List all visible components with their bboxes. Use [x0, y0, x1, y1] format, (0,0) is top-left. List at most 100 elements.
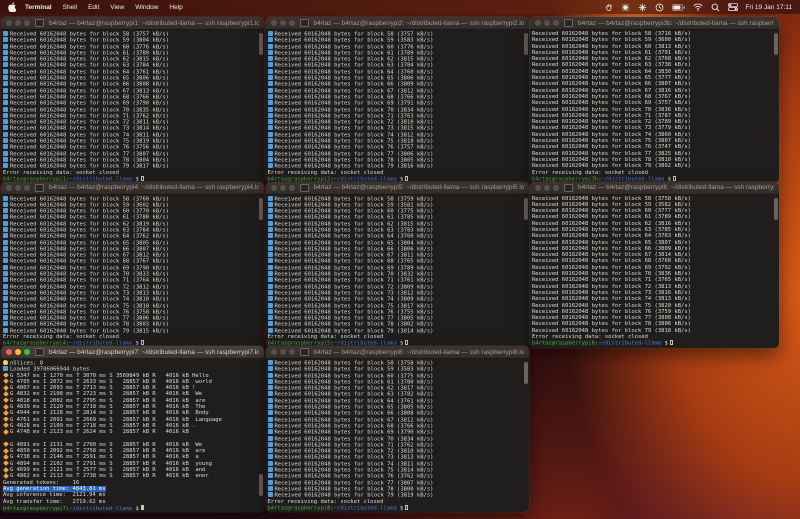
- scrollbar[interactable]: [523, 31, 528, 181]
- close-button[interactable]: [6, 20, 12, 26]
- scrollbar[interactable]: [774, 31, 778, 181]
- zoom-button[interactable]: [288, 184, 295, 191]
- scrollbar-thumb[interactable]: [774, 33, 778, 55]
- terminal-window-raspberrypi5[interactable]: b4rtaz — b4rtaz@raspberrypi5: ~/distribu…: [265, 181, 529, 348]
- minimize-button[interactable]: [544, 184, 550, 191]
- zoom-button[interactable]: [24, 184, 30, 191]
- prompt-user-host: b4rtaz@raspberrypi6: [532, 340, 595, 347]
- window-titlebar[interactable]: b4rtaz — b4rtaz@raspberrypi5: ~/distribu…: [265, 181, 529, 195]
- terminal-content[interactable]: Received 60162048 bytes for block 58 (37…: [266, 359, 529, 512]
- line-text: G 4839 ms I 2120 ms T 2718 ms S 28857 kB…: [10, 404, 206, 411]
- close-button[interactable]: [270, 184, 277, 191]
- fast-forward-icon: [267, 131, 273, 137]
- terminal-window-raspberrypi2[interactable]: b4rtaz — b4rtaz@raspberrypi2: ~/distribu…: [265, 17, 529, 183]
- orange-diamond-icon: [3, 441, 9, 448]
- terminal-content[interactable]: Received 60162048 bytes for block 58 (37…: [530, 30, 779, 183]
- line-text: Received 60162048 bytes for block 68 (37…: [274, 258, 434, 265]
- terminal-window-raspberrypi4[interactable]: b4rtaz — b4rtaz@raspberrypi4: ~/distribu…: [1, 181, 264, 348]
- scrollbar-thumb[interactable]: [523, 197, 528, 220]
- line-text: Received 60162048 bytes for block 58 (37…: [532, 195, 691, 202]
- menu-item-terminal[interactable]: Terminal: [25, 4, 52, 11]
- zoom-button[interactable]: [24, 349, 30, 355]
- menu-item-shell[interactable]: Shell: [63, 4, 77, 11]
- zoom-button[interactable]: [24, 20, 30, 26]
- terminal-content[interactable]: Received 60162048 bytes for block 58 (37…: [1, 30, 264, 183]
- window-titlebar[interactable]: b4rtaz — b4rtaz@raspberrypi4: ~/distribu…: [1, 181, 264, 195]
- terminal-content[interactable]: Received 60162048 bytes for block 58 (37…: [266, 30, 529, 183]
- scrollbar-thumb[interactable]: [259, 474, 263, 496]
- minimize-button[interactable]: [279, 184, 286, 191]
- line-text: Received 60162048 bytes for block 76 (37…: [10, 144, 169, 151]
- menu-item-view[interactable]: View: [110, 4, 124, 11]
- prompt-suffix: $: [396, 505, 404, 512]
- minimize-button[interactable]: [15, 349, 21, 355]
- minimize-button[interactable]: [279, 349, 286, 355]
- scrollbar[interactable]: [259, 360, 263, 510]
- scrollbar-thumb[interactable]: [774, 197, 778, 220]
- zoom-button[interactable]: [288, 20, 295, 26]
- search-icon[interactable]: [711, 3, 720, 12]
- window-titlebar[interactable]: b4rtaz — b4rtaz@raspberrypi7: ~/distribu…: [1, 346, 264, 359]
- close-button[interactable]: [535, 184, 541, 191]
- scrollbar-thumb[interactable]: [259, 33, 263, 55]
- window-titlebar[interactable]: b4rtaz — b4rtaz@raspberrypi8: ~/distribu…: [265, 346, 529, 359]
- window-titlebar[interactable]: b4rtaz — b4rtaz@raspberrypi1: ~/distribu…: [1, 17, 264, 30]
- window-title: b4rtaz — b4rtaz@raspberrypi4: ~/distribu…: [49, 184, 259, 191]
- battery-icon[interactable]: [671, 3, 685, 11]
- terminal-content[interactable]: Received 60162048 bytes for block 58 (37…: [530, 195, 779, 348]
- orange-diamond-icon: [3, 385, 9, 391]
- line-text: Received 60162048 bytes for block 75 (38…: [532, 138, 691, 145]
- prompt-path: ~/distributed-llama: [598, 340, 662, 347]
- terminal-window-raspberrypi3b[interactable]: b4rtaz — b4rtaz@raspberrypi3b: ~/distrib…: [530, 17, 779, 183]
- minimize-button[interactable]: [15, 184, 21, 191]
- minimize-button[interactable]: [544, 20, 550, 26]
- text-cursor: [405, 504, 409, 510]
- scrollbar-thumb[interactable]: [259, 197, 263, 220]
- terminal-window-raspberrypi7[interactable]: b4rtaz — b4rtaz@raspberrypi7: ~/distribu…: [1, 346, 264, 512]
- close-button[interactable]: [6, 349, 12, 355]
- terminal-window-raspberrypi8[interactable]: b4rtaz — b4rtaz@raspberrypi8: ~/distribu…: [265, 346, 529, 512]
- scrollbar[interactable]: [259, 196, 263, 346]
- menu-item-help[interactable]: Help: [169, 4, 182, 11]
- menu-item-window[interactable]: Window: [135, 4, 158, 11]
- close-button[interactable]: [270, 20, 277, 26]
- apple-logo-icon[interactable]: [8, 2, 16, 12]
- close-button[interactable]: [270, 349, 277, 355]
- window-titlebar[interactable]: b4rtaz — b4rtaz@raspberrypi6: ~/distribu…: [530, 181, 779, 195]
- menu-bar-clock[interactable]: Fri 19 Jan 17:11: [746, 4, 793, 11]
- terminal-window-raspberrypi6[interactable]: b4rtaz — b4rtaz@raspberrypi6: ~/distribu…: [530, 181, 779, 348]
- fast-forward-icon: [3, 87, 8, 93]
- minimize-button[interactable]: [279, 20, 286, 26]
- scrollbar[interactable]: [523, 360, 528, 510]
- wifi-icon[interactable]: [692, 3, 703, 11]
- zoom-button[interactable]: [288, 349, 295, 355]
- scrollbar-thumb[interactable]: [523, 362, 528, 384]
- fast-forward-icon: [3, 296, 8, 302]
- fast-forward-icon: [267, 258, 273, 264]
- close-button[interactable]: [535, 20, 541, 26]
- terminal-window-raspberrypi1[interactable]: b4rtaz — b4rtaz@raspberrypi1: ~/distribu…: [1, 17, 264, 183]
- scrollbar-thumb[interactable]: [523, 33, 528, 55]
- hand-icon[interactable]: [605, 3, 613, 12]
- terminal-content[interactable]: Received 60162048 bytes for block 58 (37…: [266, 195, 529, 348]
- fan-icon[interactable]: [638, 3, 647, 12]
- scrollbar[interactable]: [523, 196, 528, 346]
- time-machine-icon[interactable]: [655, 3, 664, 12]
- window-titlebar[interactable]: b4rtaz — b4rtaz@raspberrypi2: ~/distribu…: [265, 17, 529, 30]
- zoom-button[interactable]: [553, 20, 559, 26]
- window-titlebar[interactable]: b4rtaz — b4rtaz@raspberrypi3b: ~/distrib…: [530, 17, 779, 30]
- zoom-button[interactable]: [553, 184, 559, 191]
- menu-item-edit[interactable]: Edit: [88, 4, 99, 11]
- fast-forward-icon: [3, 315, 8, 321]
- scrollbar[interactable]: [774, 196, 778, 346]
- fast-forward-icon: [267, 397, 273, 403]
- close-button[interactable]: [6, 184, 12, 191]
- scrollbar[interactable]: [259, 31, 263, 181]
- minimize-button[interactable]: [15, 20, 21, 26]
- terminal-content[interactable]: Received 60162048 bytes for block 58 (37…: [1, 195, 264, 348]
- fast-forward-icon: [3, 81, 8, 87]
- control-center-icon[interactable]: [727, 3, 738, 11]
- shortcuts-icon[interactable]: [621, 3, 630, 12]
- line-text: Received 60162048 bytes for block 78 (38…: [10, 321, 169, 328]
- terminal-content[interactable]: nSlices: 8 Loaded 39706066944 bytes G 5347…: [1, 359, 264, 512]
